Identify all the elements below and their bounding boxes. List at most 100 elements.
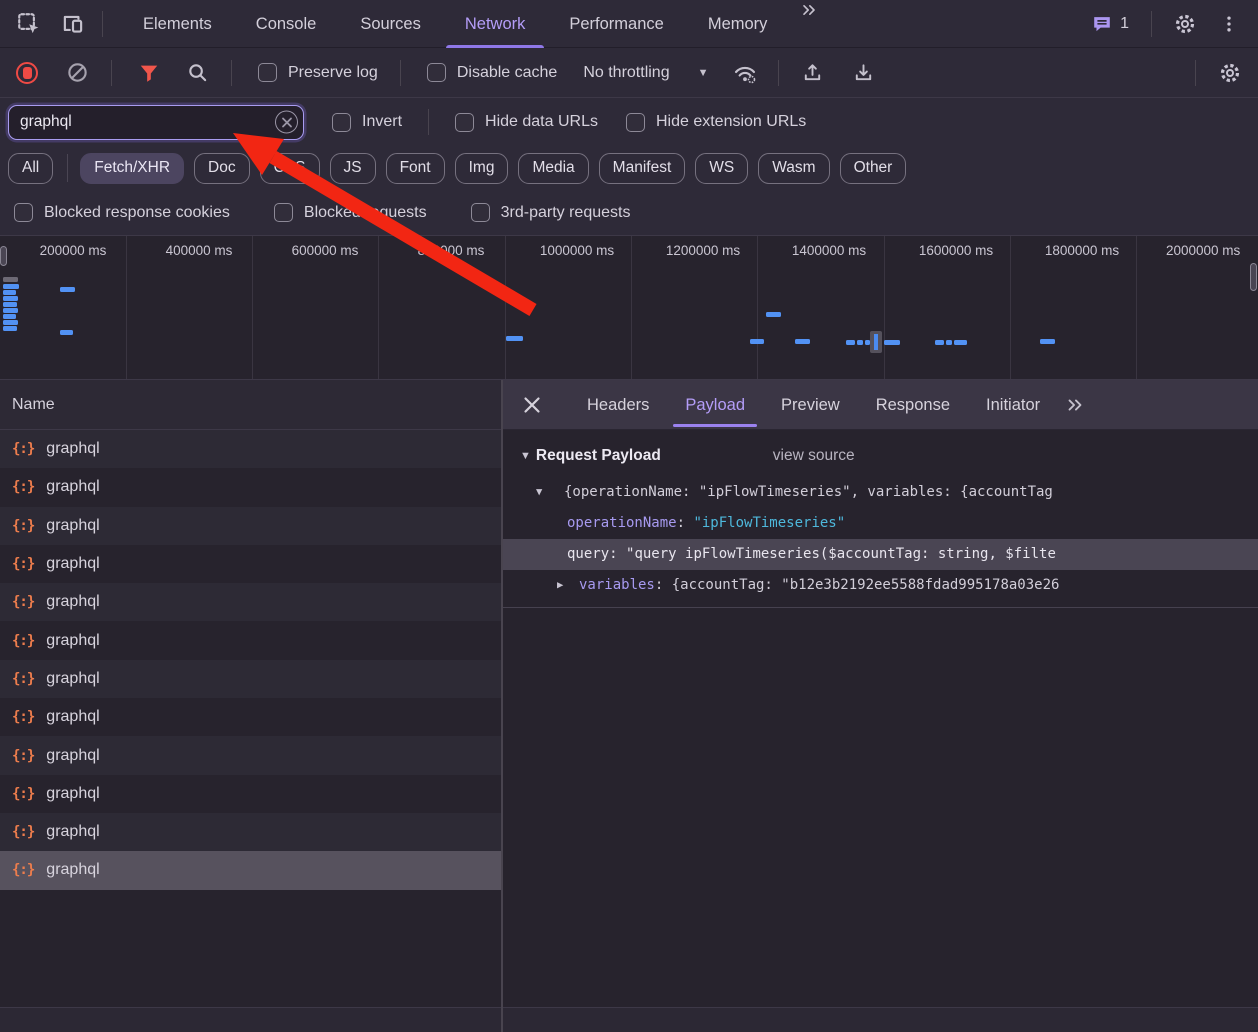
toolbar-divider xyxy=(778,59,780,86)
hide-extension-urls-label: Hide extension URLs xyxy=(655,113,807,130)
issues-button[interactable]: 1 xyxy=(1091,13,1129,35)
expander-icon[interactable]: ▼ xyxy=(536,477,542,508)
chip-js[interactable]: JS xyxy=(329,152,376,184)
blocked-requests-checkbox[interactable] xyxy=(273,203,293,222)
more-details-tabs-icon[interactable] xyxy=(1064,394,1086,416)
device-toolbar-icon[interactable] xyxy=(58,9,88,39)
throttling-dropdown[interactable]: No throttling ▼ xyxy=(583,64,708,82)
filter-row: Invert Hide data URLs Hide extension URL… xyxy=(0,98,1258,146)
view-source-link[interactable]: view source xyxy=(773,447,855,465)
preserve-log-checkbox[interactable] xyxy=(258,63,277,82)
filter-funnel-icon[interactable] xyxy=(138,62,160,84)
chip-img[interactable]: Img xyxy=(454,152,509,184)
chip-manifest[interactable]: Manifest xyxy=(598,152,686,184)
details-tab-response[interactable]: Response xyxy=(858,380,968,430)
invert-option: Invert xyxy=(332,112,402,132)
network-overview-timeline[interactable]: 200000 ms 400000 ms 600000 ms 800000 ms … xyxy=(0,236,1258,380)
overview-right-handle[interactable] xyxy=(1250,263,1257,291)
request-row-selected[interactable]: {:} graphql xyxy=(0,851,501,890)
more-tabs-icon[interactable] xyxy=(789,0,829,48)
network-conditions-icon[interactable] xyxy=(732,61,758,85)
details-tab-strip: Headers Payload Preview Response Initiat… xyxy=(503,380,1258,430)
network-settings-gear-icon[interactable] xyxy=(1218,61,1242,85)
chip-other[interactable]: Other xyxy=(839,152,907,184)
payload-operation-name-line[interactable]: operationName: "ipFlowTimeseries" xyxy=(503,508,1258,539)
request-row[interactable]: {:} graphql xyxy=(0,506,501,545)
record-button[interactable] xyxy=(16,61,38,84)
third-party-label: 3rd-party requests xyxy=(500,203,631,221)
disable-cache-option: Disable cache xyxy=(426,63,557,82)
json-request-icon: {:} xyxy=(12,632,35,649)
blocked-requests-option: Blocked requests xyxy=(273,203,427,222)
details-tab-initiator[interactable]: Initiator xyxy=(968,380,1058,430)
third-party-checkbox[interactable] xyxy=(470,203,490,222)
tick-label: 600000 ms xyxy=(291,243,359,258)
hide-extension-urls-checkbox[interactable] xyxy=(625,112,645,132)
section-expander-icon[interactable]: ▼ xyxy=(520,450,531,462)
chip-doc[interactable]: Doc xyxy=(194,152,250,184)
search-icon[interactable] xyxy=(186,61,209,84)
chip-all[interactable]: All xyxy=(8,152,54,184)
chip-wasm[interactable]: Wasm xyxy=(758,152,830,184)
chip-media[interactable]: Media xyxy=(518,152,589,184)
request-row[interactable]: {:} graphql xyxy=(0,774,501,813)
clear-filter-icon[interactable] xyxy=(275,110,298,134)
name-column-header[interactable]: Name xyxy=(0,380,501,430)
tick-label: 2000000 ms xyxy=(1166,243,1241,258)
tab-memory[interactable]: Memory xyxy=(686,0,790,48)
chip-font[interactable]: Font xyxy=(385,152,445,184)
tab-network[interactable]: Network xyxy=(443,0,548,48)
clear-requests-icon[interactable] xyxy=(66,61,89,84)
right-bottom-strip xyxy=(503,1007,1258,1032)
tab-console[interactable]: Console xyxy=(234,0,339,48)
request-row[interactable]: {:} graphql xyxy=(0,659,501,699)
blocked-cookies-checkbox[interactable] xyxy=(14,203,33,222)
chip-fetch-xhr[interactable]: Fetch/XHR xyxy=(80,152,185,184)
request-row[interactable]: {:} graphql xyxy=(0,812,501,852)
inspect-element-icon[interactable] xyxy=(14,9,44,39)
details-tab-payload[interactable]: Payload xyxy=(667,380,763,430)
toolbar-divider xyxy=(231,59,232,86)
tab-bar-right: 1 xyxy=(1091,9,1258,39)
tab-sources[interactable]: Sources xyxy=(338,0,443,48)
chip-css[interactable]: CSS xyxy=(259,152,320,184)
chip-ws[interactable]: WS xyxy=(695,152,749,184)
tab-elements[interactable]: Elements xyxy=(121,0,234,48)
request-row[interactable]: {:} graphql xyxy=(0,698,501,737)
tick-label: 1800000 ms xyxy=(1044,243,1120,258)
payload-query-line-selected[interactable]: query: "query ipFlowTimeseries($accountT… xyxy=(503,539,1258,570)
details-tab-preview[interactable]: Preview xyxy=(763,380,858,430)
request-row[interactable]: {:} graphql xyxy=(0,583,501,622)
json-request-icon: {:} xyxy=(12,862,35,879)
hide-extension-urls-option: Hide extension URLs xyxy=(625,112,807,132)
export-har-icon[interactable] xyxy=(852,61,875,84)
close-details-icon[interactable] xyxy=(521,394,543,416)
expander-icon[interactable]: ▶ xyxy=(557,570,563,601)
tab-bar-divider xyxy=(1151,10,1152,37)
request-row[interactable]: {:} graphql xyxy=(0,468,501,507)
hide-data-urls-label: Hide data URLs xyxy=(485,113,598,130)
request-row[interactable]: {:} graphql xyxy=(0,621,501,660)
request-row[interactable]: {:} graphql xyxy=(0,430,501,469)
hide-data-urls-checkbox[interactable] xyxy=(455,112,475,132)
details-tab-headers[interactable]: Headers xyxy=(569,380,667,430)
tab-performance[interactable]: Performance xyxy=(547,0,685,48)
request-list-panel: Name {:} graphql {:} graphql {:} graphql… xyxy=(0,380,501,1032)
kebab-menu-icon[interactable] xyxy=(1214,9,1244,39)
overview-left-handle[interactable] xyxy=(0,246,7,266)
filter-input-wrap xyxy=(8,104,304,140)
settings-gear-icon[interactable] xyxy=(1170,9,1200,39)
panel-tabs: Elements Console Sources Network Perform… xyxy=(121,0,829,48)
import-har-icon[interactable] xyxy=(801,61,824,84)
tab-bar-left-icons xyxy=(0,9,121,39)
invert-checkbox[interactable] xyxy=(332,112,351,132)
filter-input[interactable] xyxy=(9,113,303,131)
json-request-icon: {:} xyxy=(12,670,35,687)
payload-variables-line[interactable]: ▶ variables: {accountTag: "b12e3b2192ee5… xyxy=(503,570,1258,601)
request-row[interactable]: {:} graphql xyxy=(0,736,501,775)
json-request-icon: {:} xyxy=(12,709,35,726)
disable-cache-checkbox[interactable] xyxy=(426,63,446,82)
tick-label: 200000 ms xyxy=(39,243,107,258)
payload-summary-line[interactable]: ▼ {operationName: "ipFlowTimeseries", va… xyxy=(503,477,1258,508)
request-row[interactable]: {:} graphql xyxy=(0,544,501,584)
